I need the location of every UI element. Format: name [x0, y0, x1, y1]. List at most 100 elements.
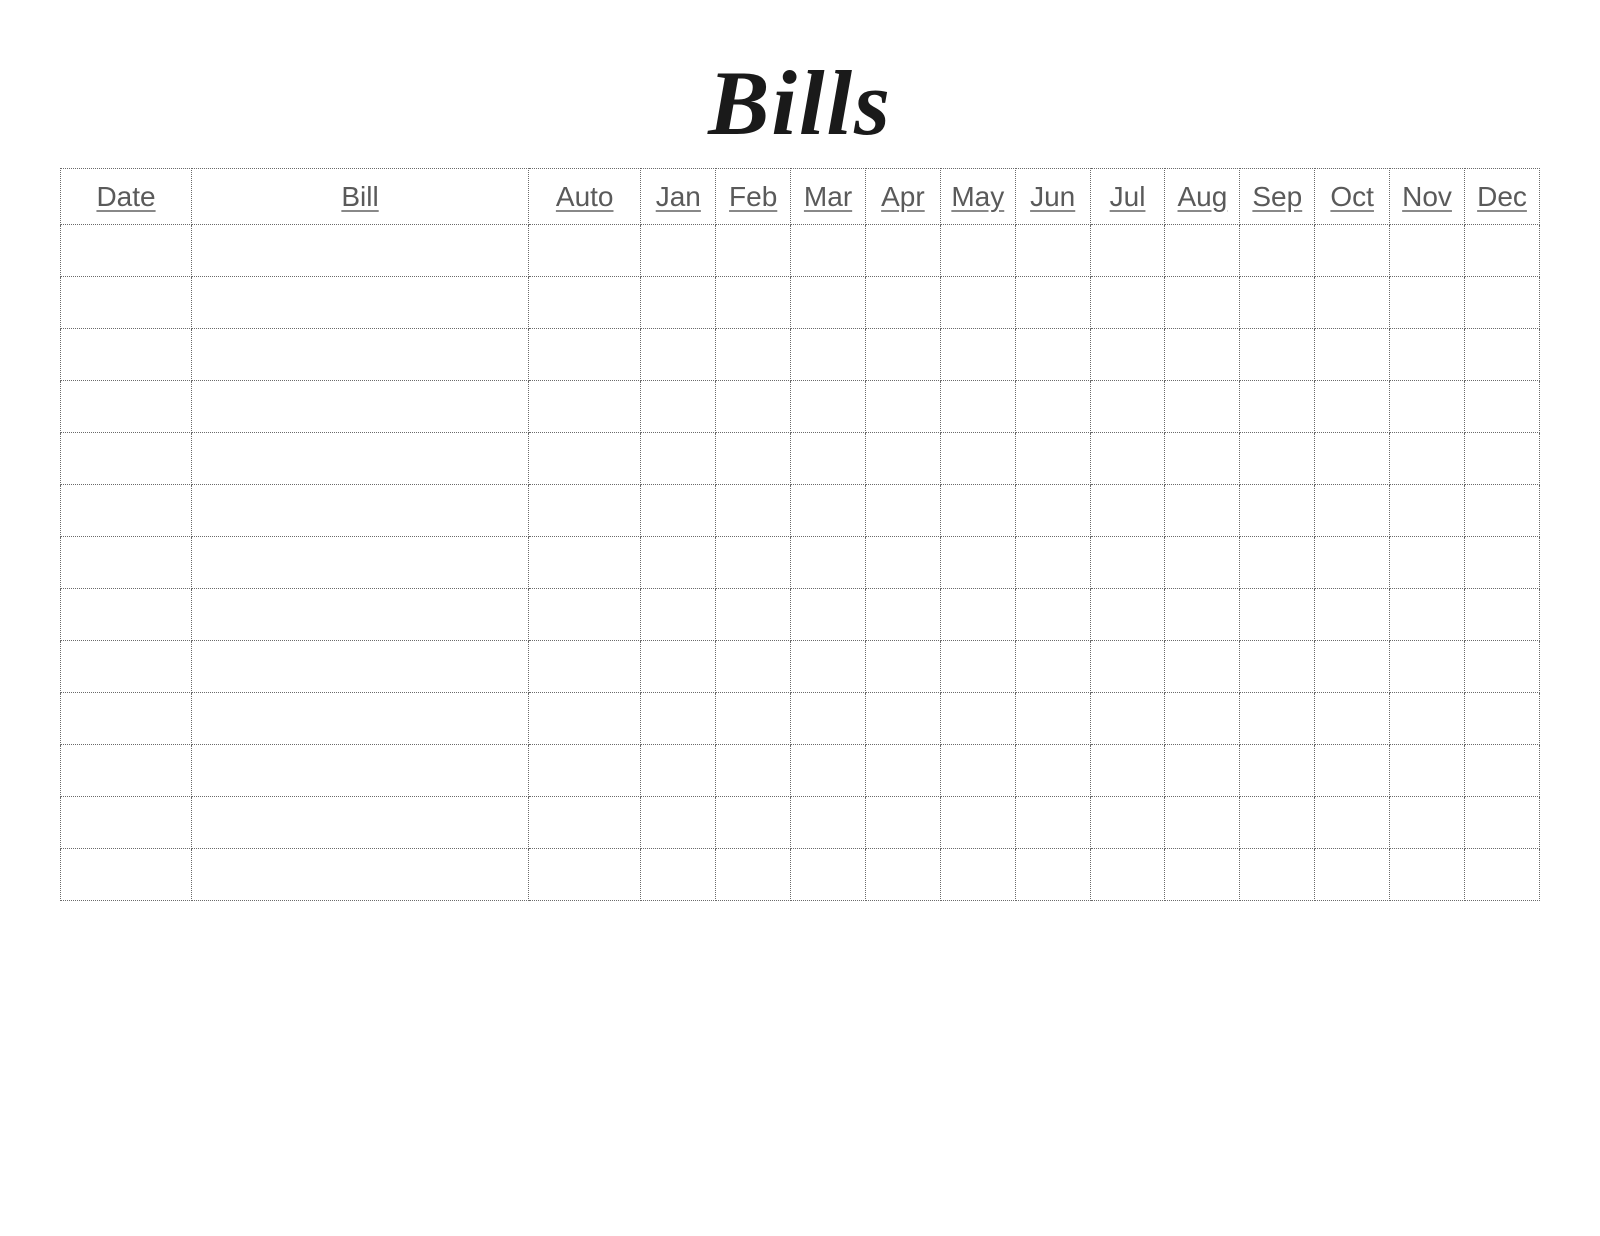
table-cell[interactable] [716, 433, 791, 485]
table-cell[interactable] [61, 693, 192, 745]
table-cell[interactable] [1015, 641, 1090, 693]
table-cell[interactable] [641, 485, 716, 537]
table-cell[interactable] [1390, 589, 1465, 641]
table-cell[interactable] [1390, 225, 1465, 277]
table-cell[interactable] [1015, 329, 1090, 381]
table-cell[interactable] [791, 381, 866, 433]
table-cell[interactable] [1165, 277, 1240, 329]
table-cell[interactable] [61, 849, 192, 901]
table-cell[interactable] [1315, 485, 1390, 537]
table-cell[interactable] [61, 225, 192, 277]
table-cell[interactable] [529, 641, 641, 693]
table-cell[interactable] [1015, 693, 1090, 745]
table-cell[interactable] [61, 381, 192, 433]
table-cell[interactable] [1390, 849, 1465, 901]
table-cell[interactable] [1390, 641, 1465, 693]
table-cell[interactable] [192, 225, 529, 277]
table-cell[interactable] [1315, 433, 1390, 485]
table-cell[interactable] [940, 381, 1015, 433]
table-cell[interactable] [865, 433, 940, 485]
table-cell[interactable] [1240, 485, 1315, 537]
table-cell[interactable] [1240, 797, 1315, 849]
table-cell[interactable] [716, 589, 791, 641]
table-cell[interactable] [1464, 693, 1539, 745]
table-cell[interactable] [1165, 329, 1240, 381]
table-cell[interactable] [791, 433, 866, 485]
table-cell[interactable] [1015, 745, 1090, 797]
table-cell[interactable] [61, 745, 192, 797]
table-cell[interactable] [1464, 745, 1539, 797]
table-cell[interactable] [529, 433, 641, 485]
table-cell[interactable] [865, 277, 940, 329]
table-cell[interactable] [716, 849, 791, 901]
table-cell[interactable] [641, 641, 716, 693]
table-cell[interactable] [1315, 745, 1390, 797]
table-cell[interactable] [1464, 277, 1539, 329]
table-cell[interactable] [865, 329, 940, 381]
table-cell[interactable] [61, 641, 192, 693]
table-cell[interactable] [1015, 277, 1090, 329]
table-cell[interactable] [865, 849, 940, 901]
table-cell[interactable] [641, 277, 716, 329]
table-cell[interactable] [1390, 329, 1465, 381]
table-cell[interactable] [641, 329, 716, 381]
table-cell[interactable] [1090, 277, 1165, 329]
table-cell[interactable] [865, 537, 940, 589]
table-cell[interactable] [192, 589, 529, 641]
table-cell[interactable] [940, 745, 1015, 797]
table-cell[interactable] [1165, 745, 1240, 797]
table-cell[interactable] [940, 433, 1015, 485]
table-cell[interactable] [61, 485, 192, 537]
table-cell[interactable] [1090, 381, 1165, 433]
table-cell[interactable] [1090, 641, 1165, 693]
table-cell[interactable] [192, 537, 529, 589]
table-cell[interactable] [1165, 225, 1240, 277]
table-cell[interactable] [1165, 589, 1240, 641]
table-cell[interactable] [1240, 381, 1315, 433]
table-cell[interactable] [865, 745, 940, 797]
table-cell[interactable] [1015, 537, 1090, 589]
table-cell[interactable] [865, 797, 940, 849]
table-cell[interactable] [1315, 641, 1390, 693]
table-cell[interactable] [1165, 693, 1240, 745]
table-cell[interactable] [1315, 329, 1390, 381]
table-cell[interactable] [791, 329, 866, 381]
table-cell[interactable] [940, 537, 1015, 589]
table-cell[interactable] [1315, 797, 1390, 849]
table-cell[interactable] [1240, 277, 1315, 329]
table-cell[interactable] [1240, 693, 1315, 745]
table-cell[interactable] [192, 693, 529, 745]
table-cell[interactable] [1015, 849, 1090, 901]
table-cell[interactable] [529, 745, 641, 797]
table-cell[interactable] [529, 381, 641, 433]
table-cell[interactable] [716, 797, 791, 849]
table-cell[interactable] [1090, 537, 1165, 589]
table-cell[interactable] [61, 537, 192, 589]
table-cell[interactable] [1315, 381, 1390, 433]
table-cell[interactable] [1390, 381, 1465, 433]
table-cell[interactable] [940, 693, 1015, 745]
table-cell[interactable] [192, 745, 529, 797]
table-cell[interactable] [1390, 797, 1465, 849]
table-cell[interactable] [529, 225, 641, 277]
table-cell[interactable] [716, 381, 791, 433]
table-cell[interactable] [1390, 277, 1465, 329]
table-cell[interactable] [865, 485, 940, 537]
table-cell[interactable] [791, 589, 866, 641]
table-cell[interactable] [1390, 537, 1465, 589]
table-cell[interactable] [791, 485, 866, 537]
table-cell[interactable] [1240, 329, 1315, 381]
table-cell[interactable] [529, 589, 641, 641]
table-cell[interactable] [1165, 381, 1240, 433]
table-cell[interactable] [716, 329, 791, 381]
table-cell[interactable] [865, 381, 940, 433]
table-cell[interactable] [791, 537, 866, 589]
table-cell[interactable] [192, 797, 529, 849]
table-cell[interactable] [716, 693, 791, 745]
table-cell[interactable] [1165, 433, 1240, 485]
table-cell[interactable] [791, 745, 866, 797]
table-cell[interactable] [1240, 433, 1315, 485]
table-cell[interactable] [1464, 589, 1539, 641]
table-cell[interactable] [865, 641, 940, 693]
table-cell[interactable] [940, 641, 1015, 693]
